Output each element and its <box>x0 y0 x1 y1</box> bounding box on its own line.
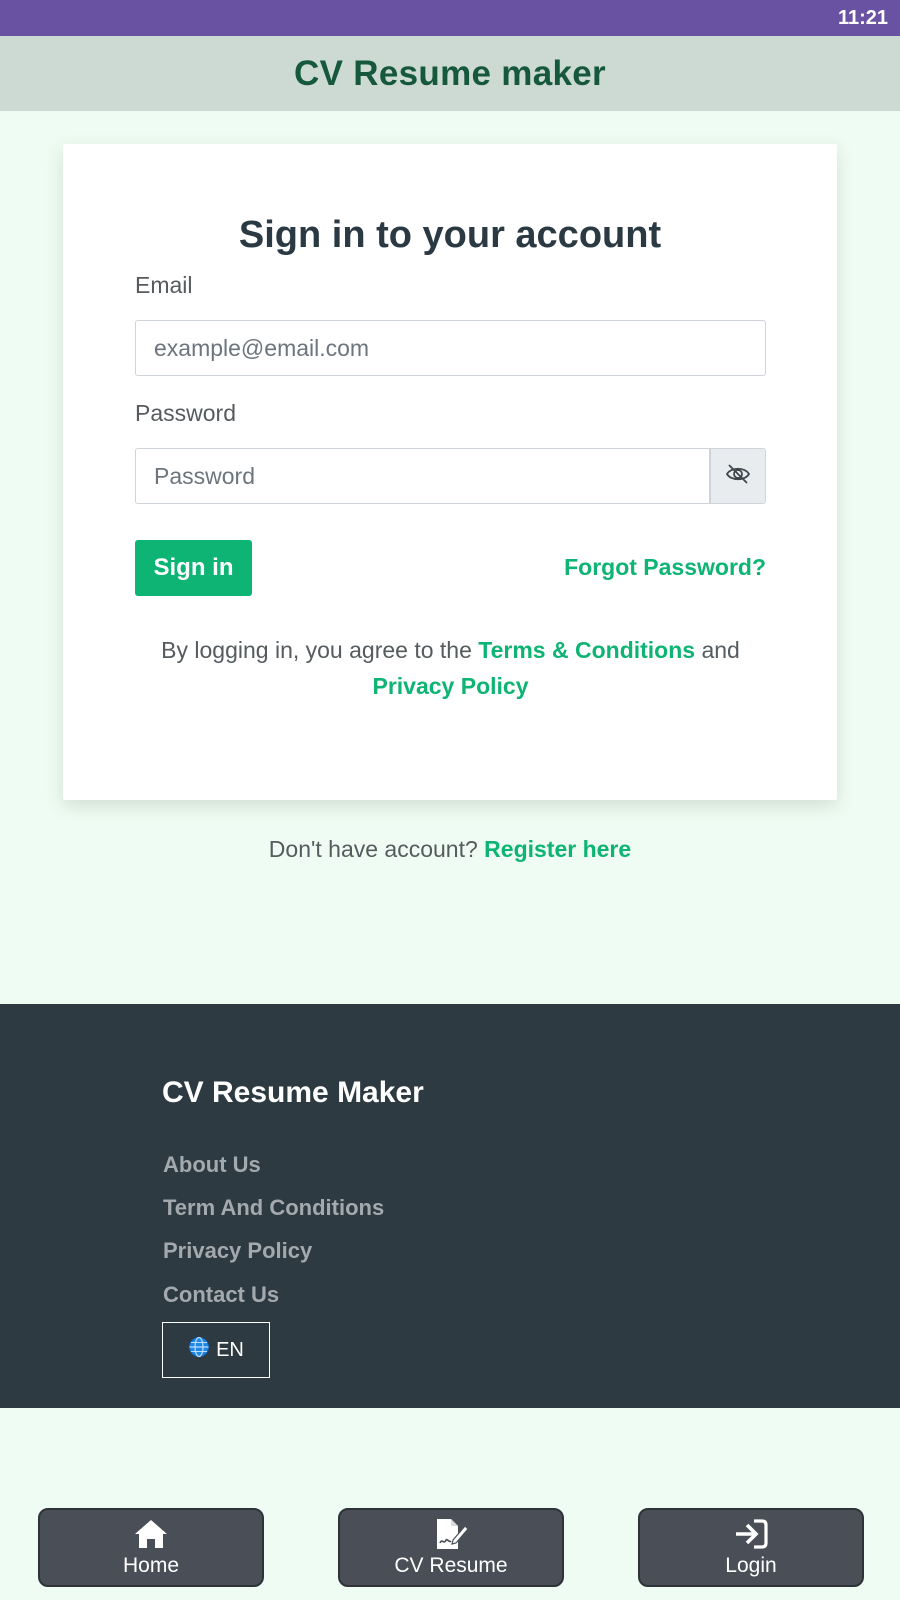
home-icon <box>133 1518 169 1550</box>
app-title: CV Resume maker <box>294 53 606 93</box>
nav-login-label: Login <box>725 1553 777 1577</box>
privacy-link[interactable]: Privacy Policy <box>373 673 529 699</box>
register-prompt: Don't have account? Register here <box>0 836 900 863</box>
footer: CV Resume Maker About Us Term And Condit… <box>0 1004 900 1408</box>
agree-prefix: By logging in, you agree to the <box>161 637 472 663</box>
footer-link-terms[interactable]: Term And Conditions <box>163 1195 384 1221</box>
signin-card: Sign in to your account Email Password S… <box>63 144 837 800</box>
signin-title: Sign in to your account <box>238 214 662 256</box>
signin-button[interactable]: Sign in <box>135 540 252 596</box>
email-input[interactable] <box>135 320 766 376</box>
nav-home-label: Home <box>122 1553 180 1577</box>
eye-slash-icon <box>725 463 751 490</box>
app-header: CV Resume maker <box>0 36 900 111</box>
footer-link-about[interactable]: About Us <box>163 1152 261 1178</box>
sign-in-icon <box>733 1518 769 1550</box>
register-link[interactable]: Register here <box>484 836 631 862</box>
nav-cv-resume-label: CV Resume <box>394 1553 508 1577</box>
terms-link[interactable]: Terms & Conditions <box>478 637 695 663</box>
status-time: 11:21 <box>837 6 888 29</box>
globe-icon <box>188 1336 210 1364</box>
agree-and: and <box>701 637 740 663</box>
footer-link-contact[interactable]: Contact Us <box>163 1282 279 1308</box>
terms-agreement: By logging in, you agree to the Terms & … <box>135 632 766 704</box>
status-bar: 11:21 <box>0 0 900 36</box>
footer-link-privacy[interactable]: Privacy Policy <box>163 1238 312 1264</box>
email-label: Email <box>135 272 193 298</box>
forgot-password-link[interactable]: Forgot Password? <box>564 554 766 581</box>
password-input[interactable] <box>135 448 710 504</box>
register-text: Don't have account? <box>268 836 478 862</box>
file-signature-icon <box>433 1518 469 1550</box>
nav-login-button[interactable]: Login <box>638 1508 864 1587</box>
password-label: Password <box>135 400 236 426</box>
language-button[interactable]: EN <box>162 1322 270 1378</box>
footer-title: CV Resume Maker <box>162 1076 424 1109</box>
toggle-password-visibility-button[interactable] <box>710 448 766 504</box>
language-label: EN <box>216 1338 244 1361</box>
nav-home-button[interactable]: Home <box>38 1508 264 1587</box>
nav-cv-resume-button[interactable]: CV Resume <box>338 1508 564 1587</box>
